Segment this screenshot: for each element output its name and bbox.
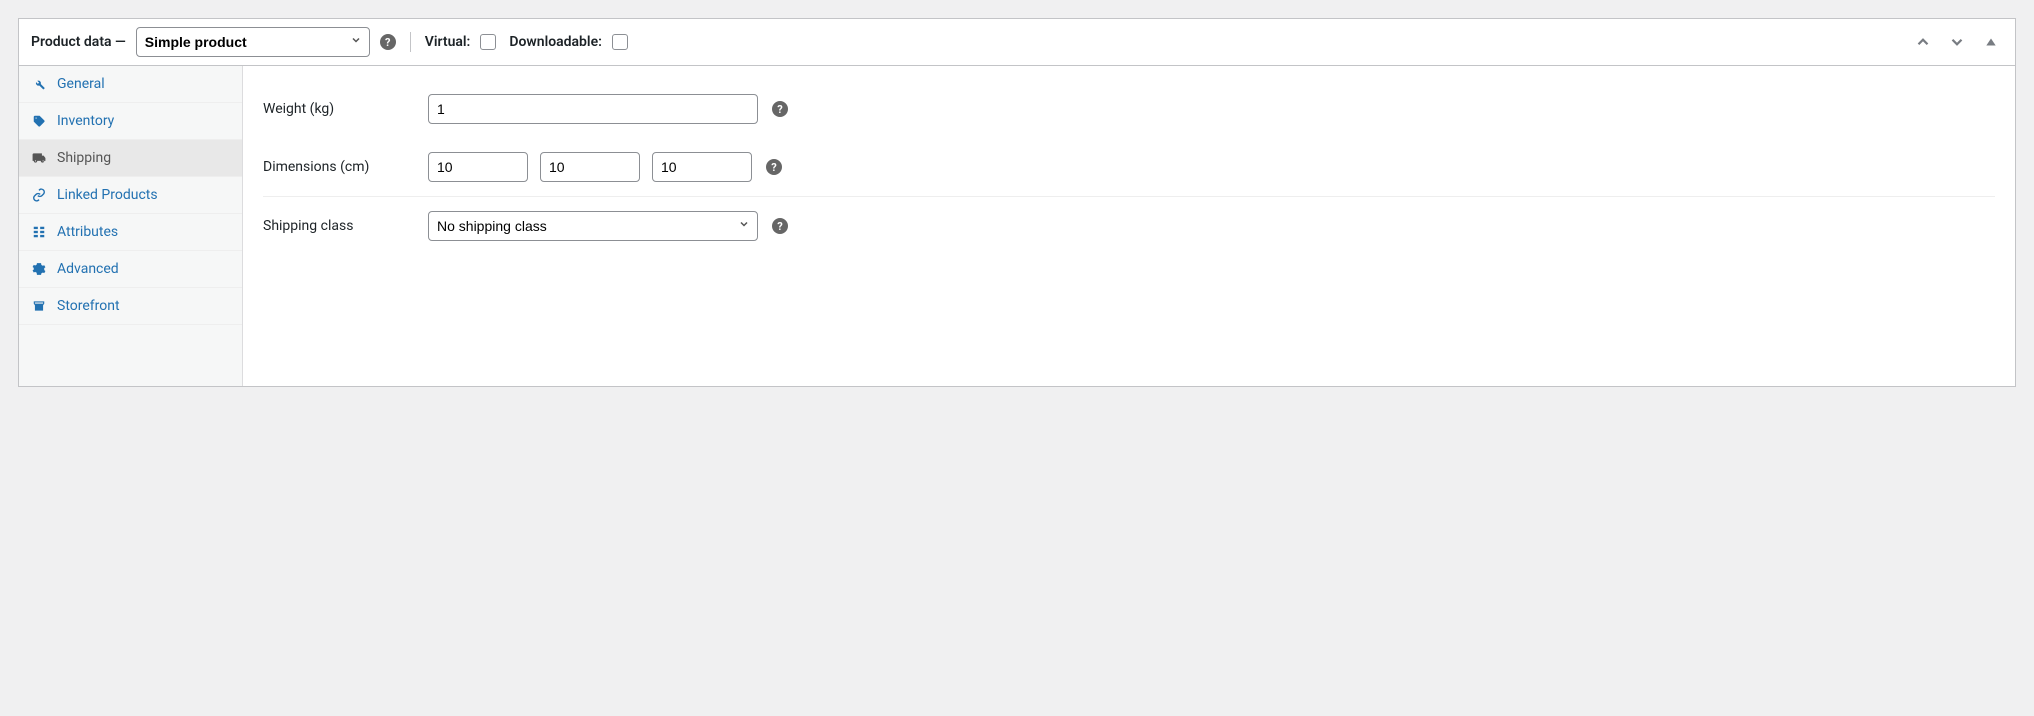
sidebar-tab-linked[interactable]: Linked Products bbox=[19, 177, 242, 214]
sidebar-item-label: Shipping bbox=[57, 150, 111, 166]
help-icon[interactable]: ? bbox=[766, 159, 782, 175]
store-icon bbox=[31, 298, 47, 314]
help-icon[interactable]: ? bbox=[772, 101, 788, 117]
width-input[interactable] bbox=[540, 152, 640, 182]
product-type-select-wrap: Simple product bbox=[136, 27, 370, 57]
link-icon bbox=[31, 187, 47, 203]
shipping-class-row: Shipping class No shipping class ? bbox=[263, 197, 1995, 255]
grid-icon bbox=[31, 224, 47, 240]
sidebar-item-label: Attributes bbox=[57, 224, 118, 240]
tag-icon bbox=[31, 113, 47, 129]
downloadable-label: Downloadable: bbox=[509, 31, 631, 53]
sidebar-tab-storefront[interactable]: Storefront bbox=[19, 288, 242, 325]
product-type-select[interactable]: Simple product bbox=[136, 27, 370, 57]
collapse-toggle[interactable] bbox=[1979, 30, 2003, 54]
sidebar-tab-attributes[interactable]: Attributes bbox=[19, 214, 242, 251]
weight-label: Weight (kg) bbox=[263, 101, 428, 117]
downloadable-text: Downloadable: bbox=[509, 34, 602, 50]
shipping-class-wrap: No shipping class bbox=[428, 211, 758, 241]
content-area: Weight (kg) ? Dimensions (cm) ? Shipping… bbox=[243, 66, 2015, 386]
sidebar-tab-shipping[interactable]: Shipping bbox=[19, 140, 242, 177]
shipping-class-label: Shipping class bbox=[263, 218, 428, 234]
move-up-button[interactable] bbox=[1911, 30, 1935, 54]
panel-title: Product data — bbox=[31, 34, 126, 50]
shipping-class-select[interactable]: No shipping class bbox=[428, 211, 758, 241]
sidebar-tab-general[interactable]: General bbox=[19, 66, 242, 103]
virtual-text: Virtual: bbox=[425, 34, 471, 50]
dimensions-group bbox=[428, 152, 752, 182]
downloadable-checkbox[interactable] bbox=[612, 34, 628, 50]
virtual-checkbox[interactable] bbox=[480, 34, 496, 50]
panel-header: Product data — Simple product ? Virtual:… bbox=[19, 19, 2015, 66]
sidebar-item-label: General bbox=[57, 76, 105, 92]
sidebar-item-label: Storefront bbox=[57, 298, 120, 314]
sidebar-item-label: Linked Products bbox=[57, 187, 158, 203]
help-icon[interactable]: ? bbox=[772, 218, 788, 234]
move-down-button[interactable] bbox=[1945, 30, 1969, 54]
panel-body: General Inventory Shipping Linked Products A… bbox=[19, 66, 2015, 386]
sidebar-item-label: Inventory bbox=[57, 113, 114, 129]
product-data-panel: Product data — Simple product ? Virtual:… bbox=[18, 18, 2016, 387]
height-input[interactable] bbox=[652, 152, 752, 182]
weight-input[interactable] bbox=[428, 94, 758, 124]
wrench-icon bbox=[31, 76, 47, 92]
dimensions-label: Dimensions (cm) bbox=[263, 159, 428, 175]
sidebar-tab-advanced[interactable]: Advanced bbox=[19, 251, 242, 288]
gear-icon bbox=[31, 261, 47, 277]
dimensions-row: Dimensions (cm) ? bbox=[263, 138, 1995, 197]
sidebar-item-label: Advanced bbox=[57, 261, 119, 277]
length-input[interactable] bbox=[428, 152, 528, 182]
help-icon[interactable]: ? bbox=[380, 34, 396, 50]
truck-icon bbox=[31, 150, 47, 166]
sidebar: General Inventory Shipping Linked Products A… bbox=[19, 66, 243, 386]
sidebar-tab-inventory[interactable]: Inventory bbox=[19, 103, 242, 140]
separator bbox=[410, 32, 411, 52]
weight-row: Weight (kg) ? bbox=[263, 80, 1995, 138]
virtual-label: Virtual: bbox=[425, 31, 500, 53]
